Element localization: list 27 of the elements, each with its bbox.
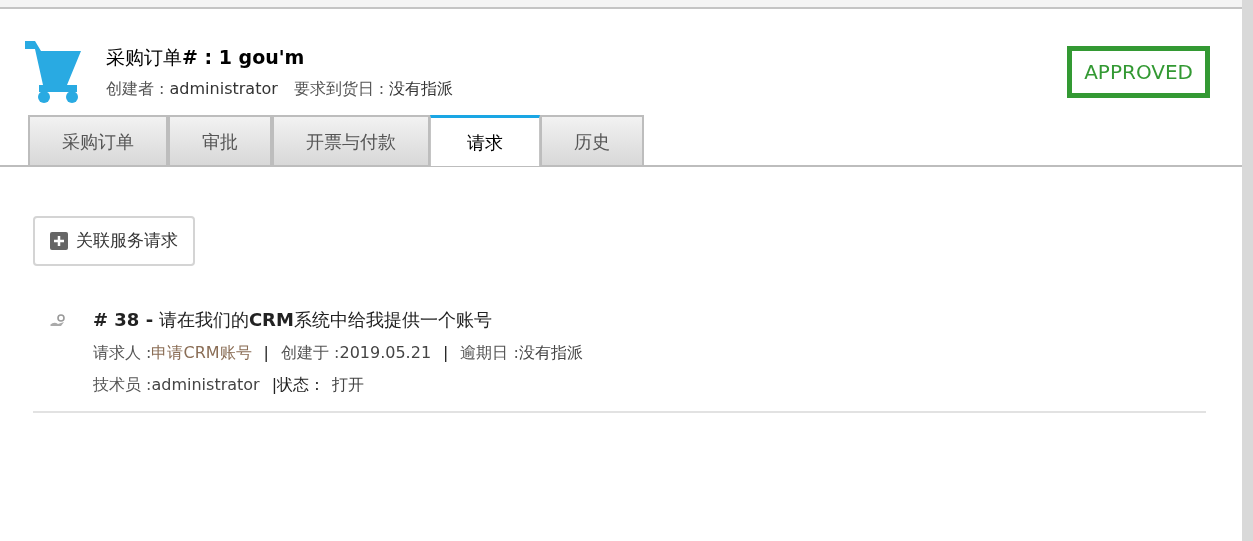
tab[interactable]: 历史 bbox=[540, 115, 644, 165]
separator-text: | bbox=[443, 342, 449, 364]
separator-text: | bbox=[263, 342, 269, 364]
order-meta: 创建者 : administrator bbox=[106, 78, 278, 101]
tab[interactable]: 请求 bbox=[430, 115, 540, 166]
detail-text: administrator bbox=[151, 374, 260, 396]
hand-icon bbox=[48, 314, 68, 328]
detail-text: 逾期日 : bbox=[460, 342, 519, 364]
scrollbar[interactable] bbox=[1242, 0, 1253, 541]
detail-text: 打开 bbox=[331, 374, 364, 396]
status-badge: APPROVED bbox=[1067, 46, 1210, 98]
order-title: 采购订单# : 1 gou'm bbox=[106, 44, 306, 70]
detail-text: 创建于 : bbox=[280, 342, 340, 364]
detail-text: 技术员 : bbox=[93, 374, 152, 396]
order-meta: 要求到货日 : 没有指派 bbox=[293, 78, 454, 101]
detail-text: 没有指派 bbox=[518, 342, 583, 364]
plus-icon bbox=[50, 232, 68, 250]
tab[interactable]: 审批 bbox=[168, 115, 272, 165]
tab[interactable]: 采购订单 bbox=[28, 115, 168, 165]
link-request-button[interactable]: 关联服务请求 bbox=[33, 216, 195, 266]
request-title[interactable]: # 38 - 请在我们的CRM系统中给我提供一个账号 bbox=[93, 306, 583, 333]
separator-text: |状态 : bbox=[271, 374, 320, 396]
requester-link[interactable]: 申请CRM账号 bbox=[151, 341, 252, 365]
tab[interactable]: 开票与付款 bbox=[272, 115, 430, 165]
detail-text: 2019.05.21 bbox=[339, 342, 432, 364]
shopping-cart-icon bbox=[25, 41, 81, 103]
detail-text: 请求人 : bbox=[93, 342, 152, 364]
